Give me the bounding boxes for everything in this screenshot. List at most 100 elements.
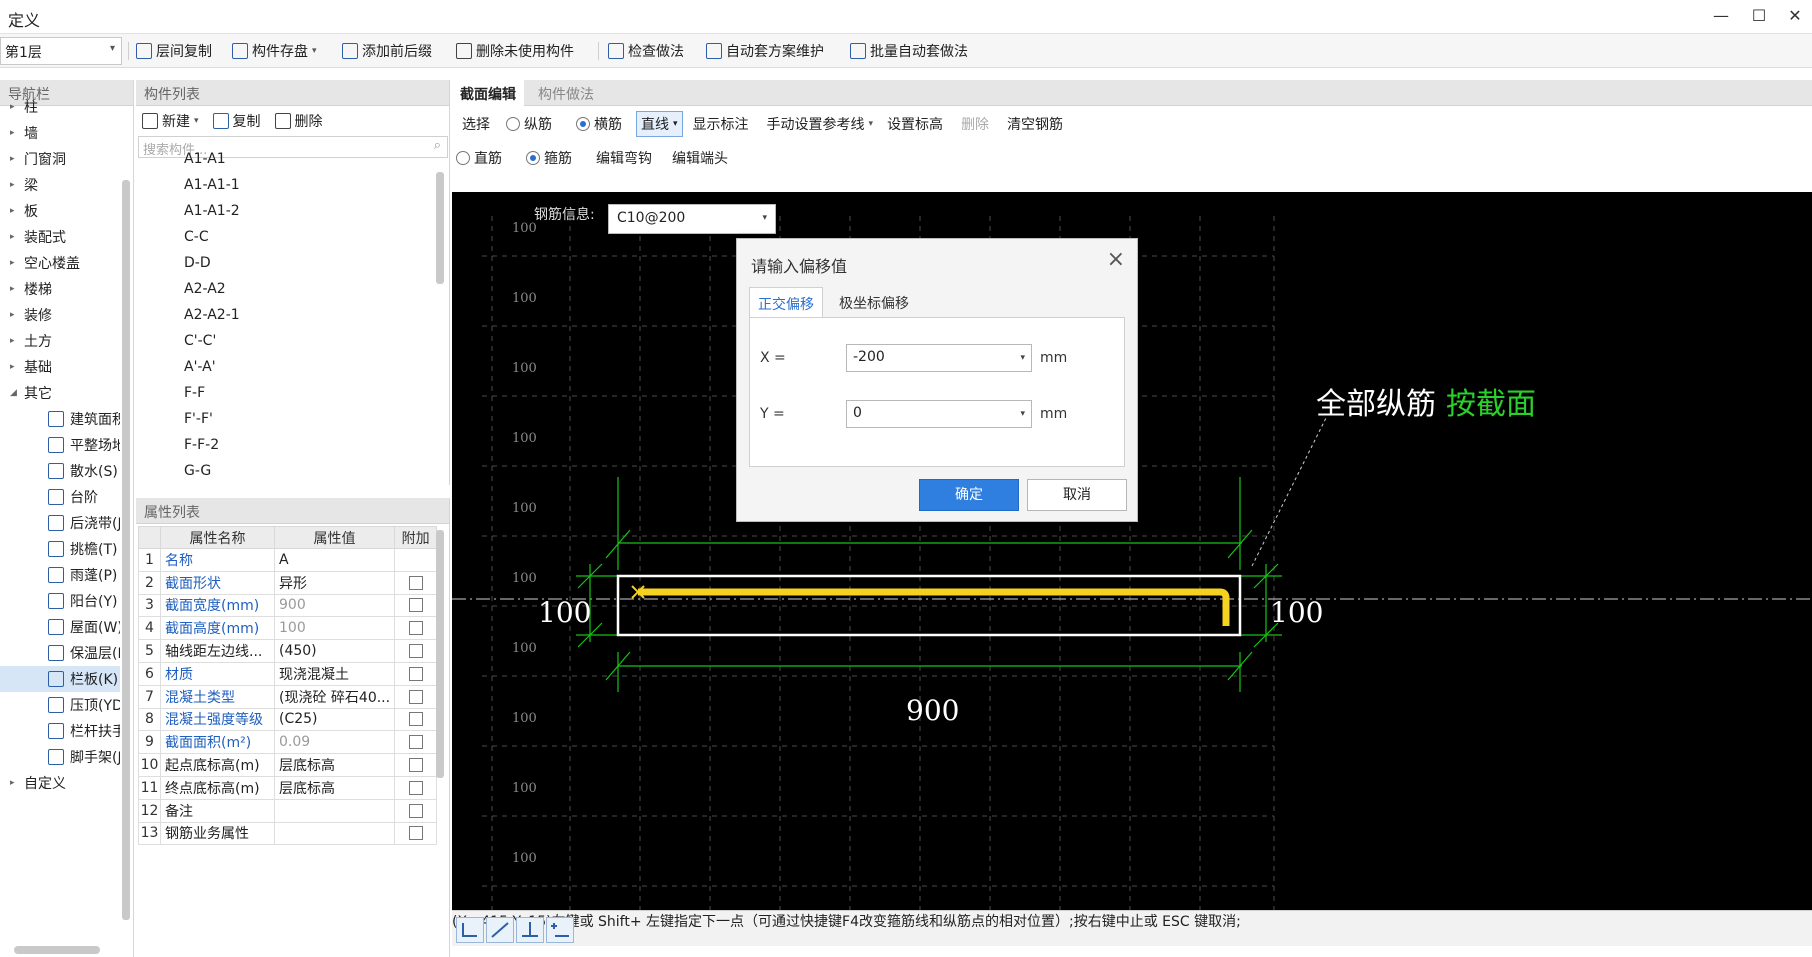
attach-checkbox[interactable] — [408, 780, 423, 795]
nav-sub-item[interactable]: 平整场地 — [0, 432, 120, 458]
property-value[interactable] — [273, 798, 396, 823]
nav-sub-item[interactable]: 后浇带(J — [0, 510, 120, 536]
attach-checkbox[interactable] — [408, 758, 423, 773]
component-list-item[interactable]: G-G — [184, 463, 211, 489]
collapsed-arrow-icon[interactable]: ▸ — [10, 180, 18, 190]
collapsed-arrow-icon[interactable]: ▸ — [10, 206, 18, 216]
tab-section-edit[interactable]: 截面编辑 — [452, 80, 524, 106]
component-list-item[interactable]: F'-F' — [184, 411, 213, 437]
collapsed-arrow-icon[interactable]: ▸ — [10, 232, 18, 242]
close-icon[interactable]: × — [1107, 247, 1125, 272]
nav-item[interactable]: ▸ 板 — [0, 198, 120, 224]
property-row[interactable]: 5 轴线距左边线... (450) — [138, 639, 438, 663]
property-row[interactable]: 11 终点底标高(m) 层底标高 — [138, 775, 438, 800]
edit-hook-button[interactable]: 编辑弯钩 — [596, 148, 652, 168]
component-list-item[interactable]: C-C — [184, 229, 209, 255]
property-row[interactable]: 3 截面宽度(mm) 900 — [138, 593, 438, 618]
component-list-item[interactable]: A1-A1-2 — [184, 203, 240, 229]
property-value[interactable]: (450) — [273, 639, 396, 663]
cancel-button[interactable]: 取消 — [1027, 479, 1127, 511]
nav-item[interactable]: ▸ 土方 — [0, 328, 120, 354]
nav-horizontal-scrollbar[interactable] — [14, 946, 100, 954]
property-row[interactable]: 8 混凝土强度等级 (C25) — [138, 707, 438, 732]
floor-copy-button[interactable]: 层间复制 — [136, 34, 212, 68]
collapsed-arrow-icon[interactable]: ▸ — [10, 336, 18, 346]
attach-checkbox[interactable] — [408, 712, 423, 727]
perpendicular-mode-button[interactable] — [516, 917, 544, 943]
property-row[interactable]: 9 截面面积(m²) 0.09 — [138, 730, 438, 755]
nav-item[interactable]: ◢ 其它 — [0, 380, 120, 406]
nav-sub-item[interactable]: 脚手架(J — [0, 744, 120, 770]
component-list-item[interactable]: A1-A1-1 — [184, 177, 240, 203]
property-value[interactable]: 层底标高 — [273, 753, 396, 777]
attach-checkbox[interactable] — [408, 575, 423, 590]
nav-sub-item[interactable]: 散水(S) — [0, 458, 120, 484]
component-list-item[interactable]: A2-A2 — [184, 281, 226, 307]
delete-unused-button[interactable]: 删除未使用构件 — [456, 34, 574, 68]
y-offset-input[interactable]: 0 ▾ — [846, 400, 1032, 428]
nav-scrollbar[interactable] — [122, 180, 130, 920]
nav-item-custom[interactable]: ▸ 自定义 — [0, 770, 120, 796]
copy-button[interactable]: 复制 — [212, 111, 261, 131]
clear-rebar-button[interactable]: 清空钢筋 — [1007, 114, 1063, 134]
nav-sub-item[interactable]: 屋面(W) — [0, 614, 120, 640]
component-list-item[interactable]: F-F-2 — [184, 437, 219, 463]
attach-checkbox[interactable] — [408, 689, 423, 704]
collapsed-arrow-icon[interactable]: ▸ — [10, 154, 18, 164]
check-method-button[interactable]: 检查做法 — [608, 34, 684, 68]
property-value[interactable] — [273, 821, 396, 846]
component-list-item[interactable]: D-D — [184, 255, 211, 281]
component-list-scrollbar[interactable] — [436, 172, 444, 284]
component-list-item[interactable]: A'-A' — [184, 359, 216, 385]
property-row[interactable]: 12 备注 — [138, 798, 438, 823]
nav-item[interactable]: ▸ 装配式 — [0, 224, 120, 250]
edit-end-button[interactable]: 编辑端头 — [672, 148, 728, 168]
collapsed-arrow-icon[interactable]: ▸ — [10, 778, 18, 788]
nav-sub-item[interactable]: 保温层(H — [0, 640, 120, 666]
auto-scheme-button[interactable]: 自动套方案维护 — [706, 34, 824, 68]
tab-orthogonal-offset[interactable]: 正交偏移 — [749, 287, 823, 317]
attach-checkbox[interactable] — [408, 598, 423, 613]
property-value[interactable]: 异形 — [273, 570, 396, 595]
property-value[interactable]: (C25) — [273, 707, 396, 732]
manual-reference-button[interactable]: 手动设置参考线 ▾ — [767, 114, 874, 134]
nav-sub-item[interactable]: 雨蓬(P) — [0, 562, 120, 588]
property-value[interactable]: 900 — [273, 593, 396, 618]
property-value[interactable]: 0.09 — [273, 730, 396, 755]
attach-checkbox[interactable] — [408, 666, 423, 681]
expanded-arrow-icon[interactable]: ◢ — [10, 388, 18, 398]
collapsed-arrow-icon[interactable]: ▸ — [10, 362, 18, 372]
property-value[interactable]: 层底标高 — [273, 775, 396, 800]
nav-sub-item[interactable]: 栏板(K) — [0, 666, 120, 692]
nav-item[interactable]: ▸ 空心楼盖 — [0, 250, 120, 276]
component-save-button[interactable]: 构件存盘 ▾ — [232, 34, 317, 68]
delete-button[interactable]: 删除 — [274, 111, 323, 131]
show-dimension-button[interactable]: 显示标注 — [693, 114, 749, 134]
transverse-radio[interactable]: 横筋 — [576, 114, 622, 134]
select-tool[interactable]: 选择 — [462, 114, 490, 134]
floor-select[interactable]: 第1层 ▾ — [0, 37, 122, 65]
nav-item[interactable]: ▸ 柱 — [0, 94, 120, 120]
ok-button[interactable]: 确定 — [919, 479, 1019, 511]
line-type-dropdown[interactable]: 直线 ▾ — [636, 111, 683, 137]
longitudinal-radio[interactable]: 纵筋 — [506, 114, 552, 134]
rebar-info-select[interactable]: C10@200 ▾ — [608, 204, 776, 234]
property-value[interactable]: (现浇砼 碎石40... — [273, 684, 396, 709]
collapsed-arrow-icon[interactable]: ▸ — [10, 128, 18, 138]
property-row[interactable]: 7 混凝土类型 (现浇砼 碎石40... — [138, 684, 438, 709]
minimize-button[interactable]: — — [1708, 4, 1734, 28]
property-row[interactable]: 13 钢筋业务属性 — [138, 821, 438, 846]
nav-item[interactable]: ▸ 装修 — [0, 302, 120, 328]
attach-checkbox[interactable] — [408, 735, 423, 750]
line-mode-button[interactable] — [486, 917, 514, 943]
close-button[interactable]: ✕ — [1782, 4, 1808, 28]
tab-polar-offset[interactable]: 极坐标偏移 — [831, 287, 917, 317]
component-list-item[interactable]: F-F — [184, 385, 205, 411]
property-row[interactable]: 6 材质 现浇混凝土 — [138, 661, 438, 686]
new-button[interactable]: 新建 ▾ — [142, 111, 199, 131]
component-list-item[interactable]: A1-A1 — [184, 151, 226, 177]
nav-sub-item[interactable]: 台阶 — [0, 484, 120, 510]
component-list-item[interactable]: A2-A2-1 — [184, 307, 240, 333]
component-list-item[interactable]: C'-C' — [184, 333, 216, 359]
nav-item[interactable]: ▸ 基础 — [0, 354, 120, 380]
